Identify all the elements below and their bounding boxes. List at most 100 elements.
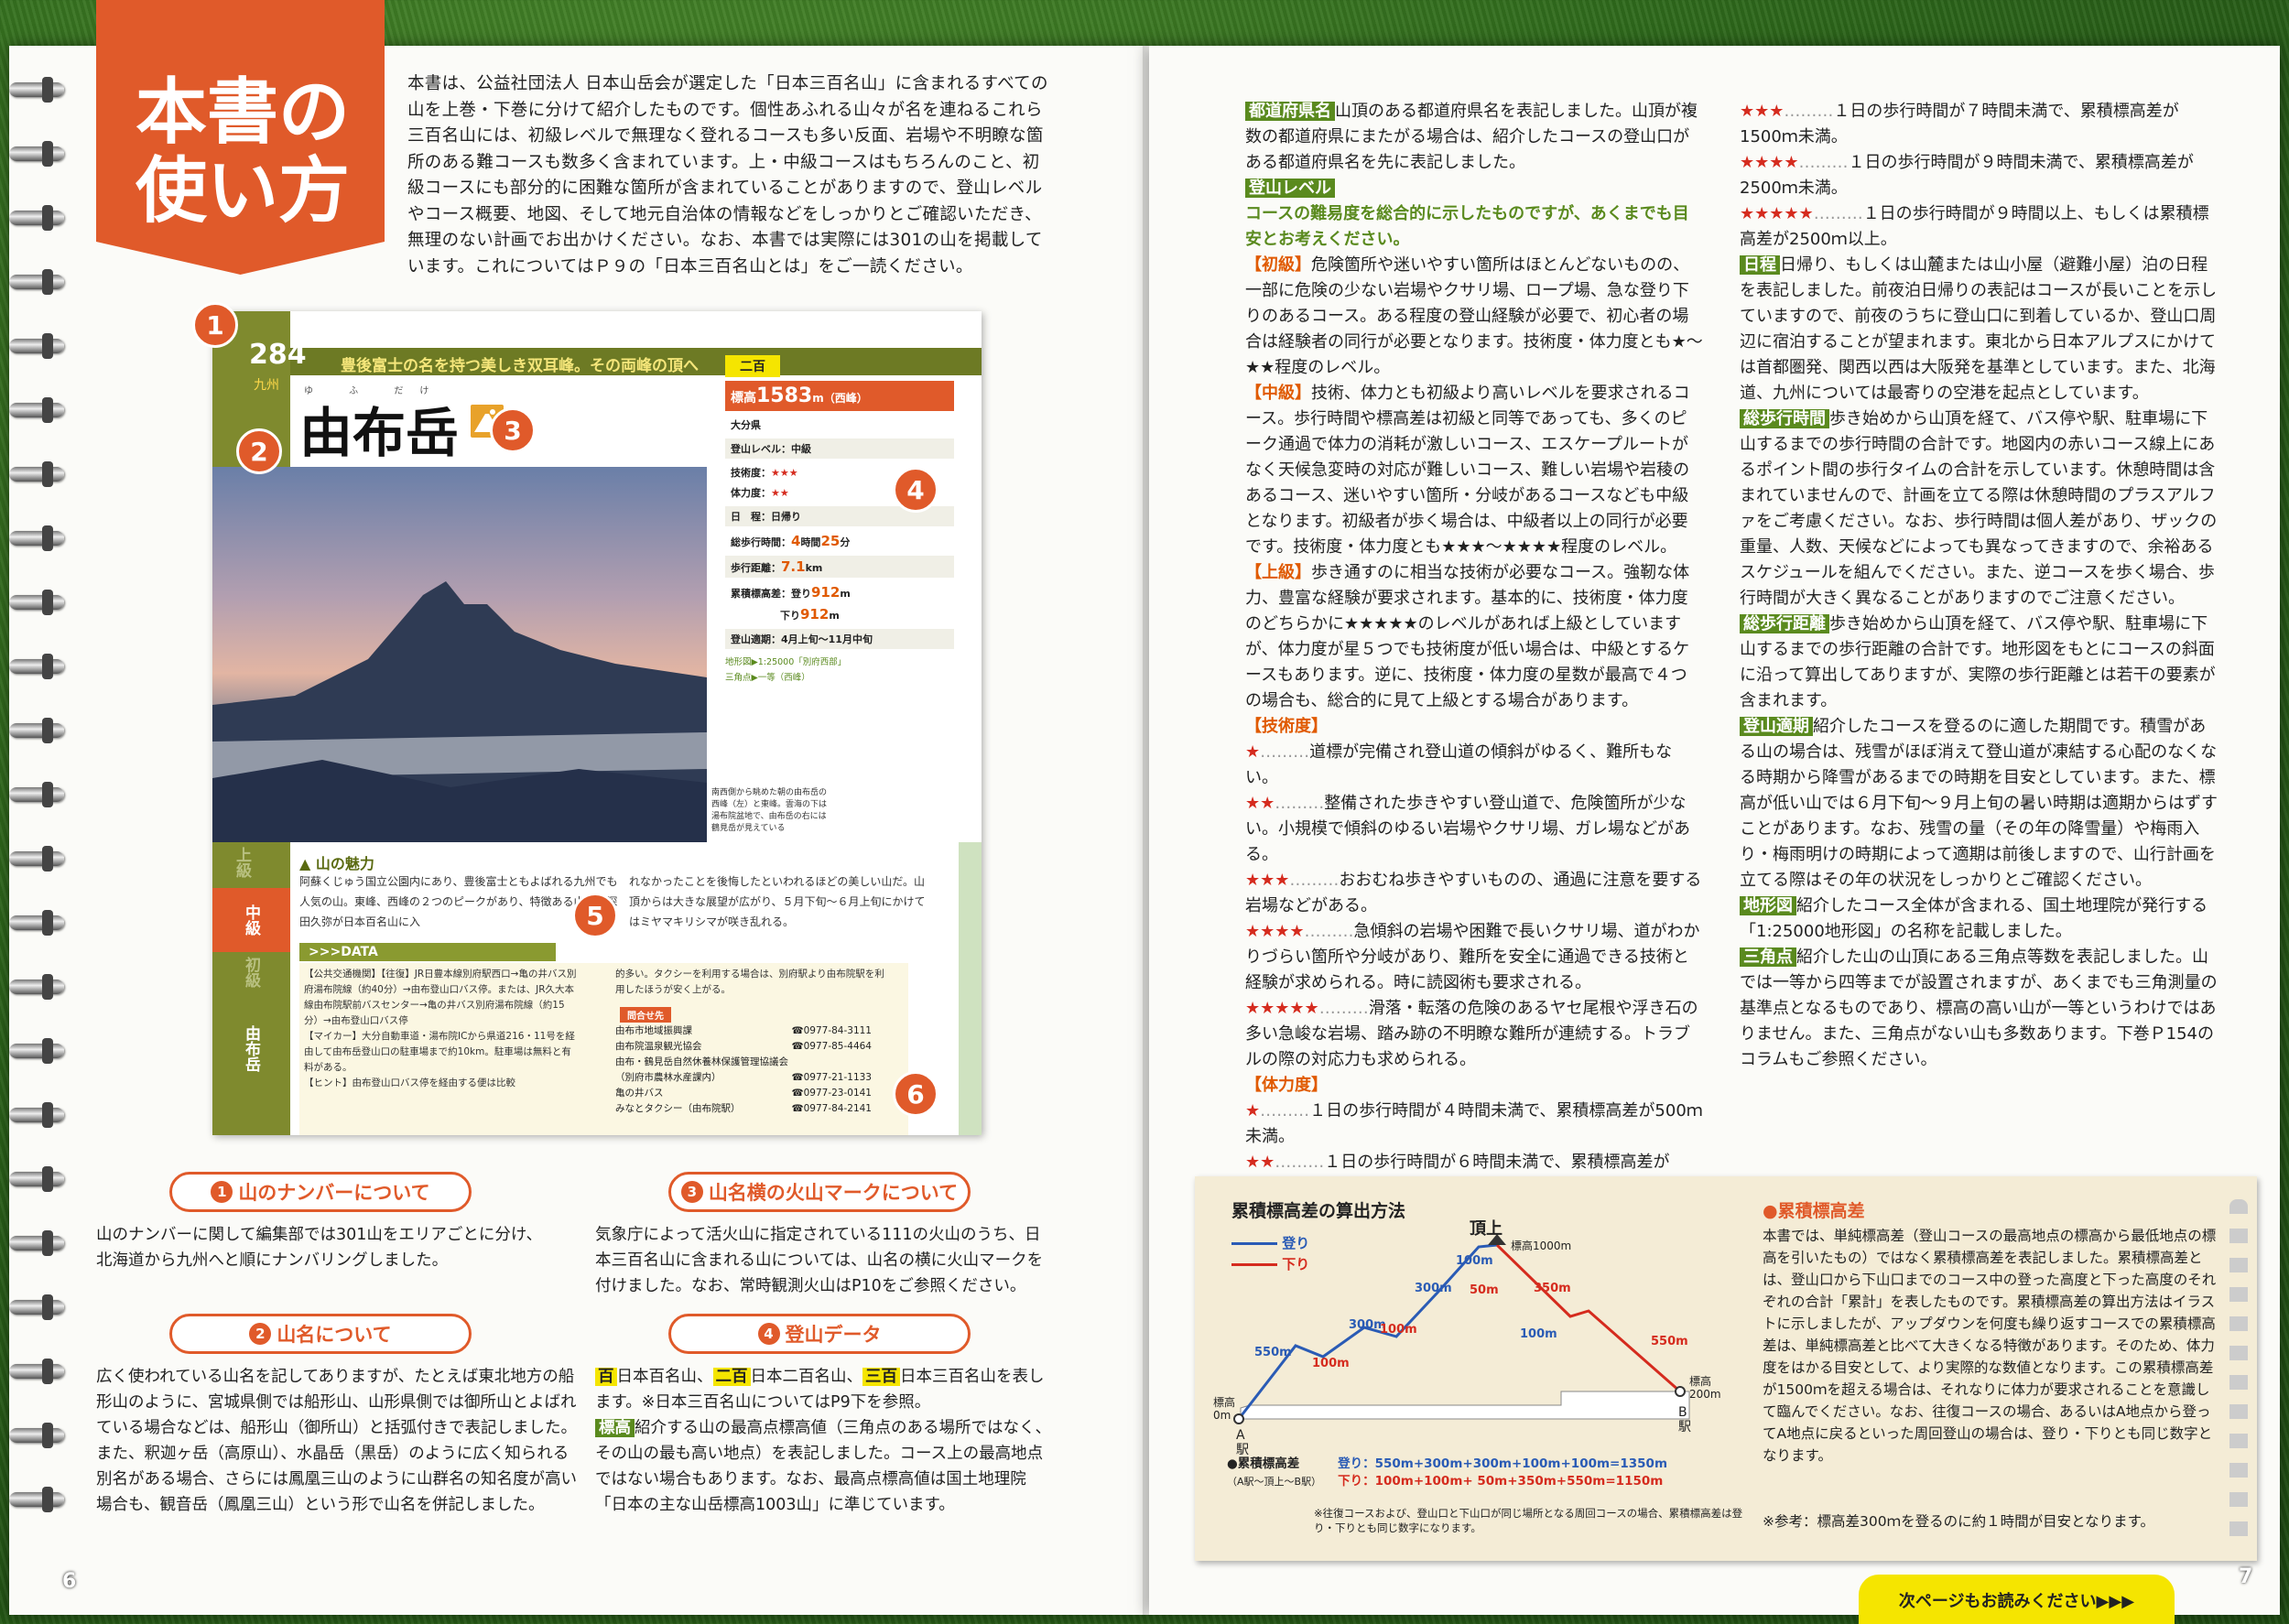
contact-name: 由布市地域振興課 [615, 1025, 692, 1036]
tech-desc: 道標が完備され登山道の傾斜がゆるく、難所もない。 [1245, 742, 1673, 787]
text-hyaku: 日本百名山、 [616, 1368, 713, 1386]
leader-dots: ……… [1798, 153, 1849, 172]
contact-name: 由布院温泉観光協会 [615, 1041, 702, 1052]
stamina-row: ★………１日の歩行時間が４時間未満で、累積標高差が500ｍ未満。 [1245, 1099, 1703, 1150]
section3-body: 気象庁によって活火山に指定されている111の火山のうち、日本三百名山に含まれる山… [595, 1226, 1044, 1295]
title-line1: 本書の [135, 71, 350, 154]
leader-dots: ……… [1260, 1101, 1310, 1121]
binder-ring [9, 397, 64, 423]
time-minutes-unit: 分 [840, 536, 851, 548]
section2-num: 2 [249, 1323, 272, 1345]
section1-body: 山のナンバーに関して編集部では301山をエリアごとに分け、北海道から九州へと順に… [96, 1226, 543, 1270]
season-row: 登山適期：4月上旬～11月中旬 [725, 629, 954, 649]
calc-down: 下り：100m+100m+ 50m+350m+550m=1150m [1338, 1474, 1664, 1489]
map-edge [959, 842, 982, 1135]
callout-5: 5 [572, 893, 618, 938]
binder-ring [9, 1230, 64, 1256]
hyakumeizan-badge: 二百 [725, 355, 780, 377]
jokyu-text: 歩き通すのに相当な技術が必要なコース。強靭な体力、豊富な経験が要求されます。基本… [1245, 563, 1690, 710]
map-text: 紹介したコース全体が含まれる、国土地理院が発行する「1:25000地形図」の名称… [1740, 896, 2208, 941]
d-dn1: 100m [1312, 1357, 1350, 1370]
tech-row: ★★………整備された歩きやすい登山道で、危険箇所が少ない。小規模で傾斜のゆるい岩… [1245, 791, 1703, 868]
map-line: 地形図▶1:25000「別府西部」 [725, 657, 847, 667]
contact-name: 亀の井バス [615, 1088, 664, 1099]
time-label: 総歩行時間： [731, 536, 791, 548]
charm-right: れなかったことを後悔したといわれるほどの美しい山だ。山頂からは大きな展望が広がり… [629, 875, 926, 928]
page-title: 本書の 使い方 [110, 73, 375, 231]
binder-ring [9, 1423, 64, 1448]
stamina-row: ★★★★★………１日の歩行時間が９時間以上、もしくは累積標高差が2500ｍ以上。 [1740, 201, 2220, 253]
d-dn3: 50m [1470, 1283, 1499, 1297]
contact-phone: ☎0977-23-0141 [791, 1088, 872, 1099]
stamina-stars: ★★ [1245, 1153, 1275, 1172]
sample-data-panel: 二百 標高1583m（西峰） 大分県 登山レベル：中級 技術度：★★★ 体力度：… [725, 355, 954, 686]
section3-num: 3 [680, 1181, 703, 1203]
data-header: >>>DATA [299, 943, 556, 961]
d-up1: 550m [1254, 1346, 1292, 1359]
stamina-label: 体力度： [731, 487, 771, 499]
map-label: 地形図 [1740, 896, 1796, 915]
tagline: 豊後富士の名を持つ美しき双耳峰。その両峰の頂へ [341, 357, 699, 375]
badge-elevation: 標高 [595, 1419, 635, 1437]
contact-row: 由布院温泉観光協会 ☎0977-85-4464 [615, 1039, 872, 1055]
binder-ring [9, 205, 64, 231]
mountain-name: 由布岳 [299, 402, 460, 464]
binder-ring [9, 1166, 64, 1192]
section2-header: 2 山名について [169, 1314, 472, 1354]
binder-ring [9, 654, 64, 679]
time-minutes: 25 [820, 533, 841, 549]
tech-label: 技術度： [731, 467, 771, 479]
tech-stars: ★★★★ [1245, 922, 1305, 941]
leader-dots: ……… [1289, 871, 1340, 890]
binder-ring [9, 1359, 64, 1384]
leader-dots: ……… [1275, 794, 1325, 813]
d-up3: 300m [1415, 1282, 1452, 1295]
ascent-label: 累積標高差：登り [731, 588, 811, 600]
start-label: 標高 0m [1213, 1396, 1236, 1422]
binder-ring [9, 1487, 64, 1512]
stamina-stars: ★ [1245, 1101, 1261, 1121]
side-mountain-name: 由布岳 [242, 1025, 260, 1072]
binder-ring [9, 910, 64, 936]
prefecture-row: 大分県 [731, 419, 761, 431]
level-label: 登山レベル： [731, 443, 791, 455]
data-line-hint: 【ヒント】由布登山口バス停を経由する便は比較 [304, 1077, 515, 1088]
contact-phone [862, 1055, 873, 1070]
calc-title: ●累積標高差 [1227, 1456, 1300, 1471]
time-hours-unit: 時間 [800, 536, 821, 548]
text-nihyaku: 日本二百名山、 [750, 1368, 863, 1386]
tech-row: ★★★★………急傾斜の岩場や困難で長いクサリ場、道がわかりづらい箇所や分岐があり… [1245, 919, 1703, 996]
shokyu-text: 危険箇所や迷いやすい箇所はほとんどないものの、一部に危険の少ない岩場やクサリ場、… [1245, 255, 1703, 377]
season-text: 紹介したコースを登るのに適した期間です。積雪がある山の場合は、残雪がほぼ消えて登… [1740, 717, 2218, 890]
callout-4: 4 [893, 467, 938, 513]
next-page-tab[interactable]: 次ページもお読みください▶▶▶ [1859, 1575, 2175, 1624]
tech-row: ★★★★★………滑落・転落の危険のあるヤセ尾根や浮き石の多い急峻な岩場、踏み跡の… [1245, 996, 1703, 1073]
level-upper: 上級 [233, 847, 251, 878]
text-elevation: 紹介する山の最高点標高値（三角点のある場所ではなく、その山の最も高い地点）を表記… [595, 1419, 1051, 1514]
stamina-stars: ★★★ [1740, 102, 1785, 121]
tech-label: 【技術度】 [1245, 717, 1328, 736]
mountain-number: 284 [249, 339, 307, 371]
level-lower: 初級 [242, 957, 260, 988]
ascent-value: 912 [811, 584, 841, 601]
binder-ring [9, 269, 64, 295]
distance-row: 歩行距離：7.1km [725, 556, 954, 578]
ascent-unit: m [840, 588, 851, 600]
contact-row: 亀の井バス ☎0977-23-0141 [615, 1086, 872, 1101]
binder-ring [9, 846, 64, 872]
down-path [1495, 1243, 1681, 1393]
badge-hyaku: 百 [595, 1368, 617, 1386]
nittei-text: 日帰り、もしくは山麓または山小屋（避難小屋）泊の日程を表記しました。前夜泊日帰り… [1740, 255, 2218, 403]
left-page: 本書の 使い方 本書は、公益社団法人 日本山岳会が選定した「日本三百名山」に含ま… [9, 0, 1149, 1615]
chukyu-text: 技術、体力とも初級より高いレベルを要求されるコース。歩行時間や標高差は初級と同等… [1245, 384, 1690, 557]
leader-dots: ……… [1304, 922, 1354, 941]
binder-ring [9, 1038, 64, 1064]
section3-title: 山名横の火山マークについて [708, 1182, 959, 1204]
tri-text: 紹介した山の山頂にある三角点等数を表記しました。山では一等から四等までが設置され… [1740, 947, 2218, 1069]
time-hours: 4 [791, 533, 801, 549]
binder-ring [9, 333, 64, 359]
shokyu-label: 【初級】 [1245, 255, 1311, 275]
tech-stars: ★ [1245, 742, 1261, 762]
jokyu-label: 【上級】 [1245, 563, 1311, 582]
stamina-row: ★★★★………１日の歩行時間が９時間未満で、累積標高差が2500ｍ未満。 [1740, 150, 2220, 201]
